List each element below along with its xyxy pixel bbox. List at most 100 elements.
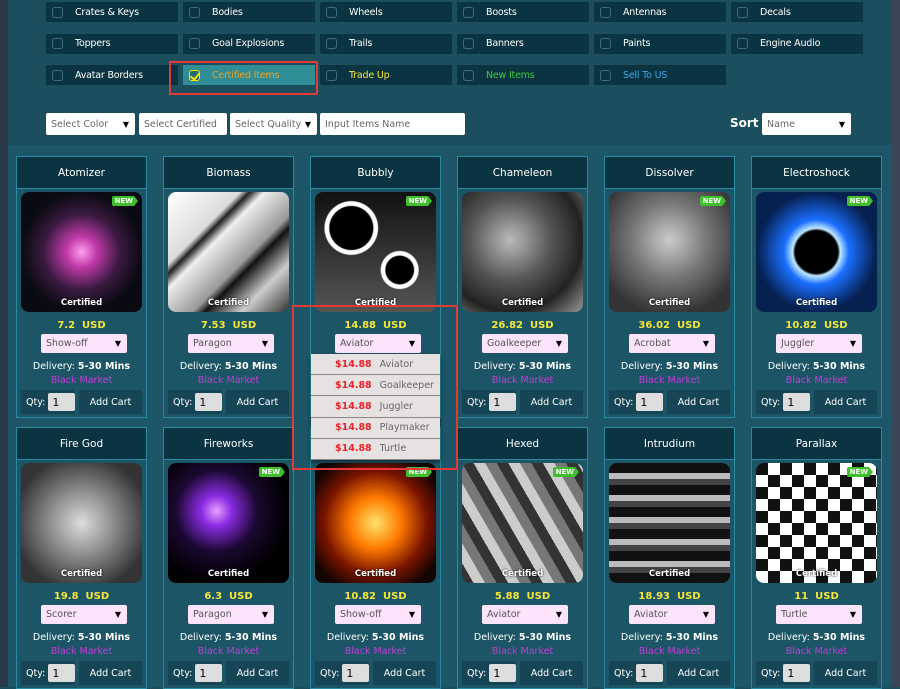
qty-input[interactable]: 1 xyxy=(489,393,516,411)
checkbox[interactable] xyxy=(52,38,63,49)
category-filter[interactable]: Boosts xyxy=(457,2,589,22)
checkbox[interactable] xyxy=(326,38,337,49)
item-name-input[interactable]: Input Items Name xyxy=(320,113,465,135)
product-image[interactable]: Certified xyxy=(609,463,730,583)
category-filter[interactable]: Trade Up xyxy=(320,65,452,85)
qty-input[interactable]: 1 xyxy=(636,664,663,682)
variant-select[interactable]: Goalkeeper ▼ xyxy=(482,334,568,353)
delivery-label: Delivery: xyxy=(179,361,222,372)
delivery-value: 5-30 Mins xyxy=(371,632,425,643)
dropdown-option[interactable]: $14.88 Turtle xyxy=(311,439,440,460)
category-filter[interactable]: Crates & Keys xyxy=(46,2,178,22)
category-filter[interactable]: Decals xyxy=(731,2,863,22)
product-image[interactable]: NEW Certified xyxy=(168,463,289,583)
checkbox[interactable] xyxy=(600,6,611,18)
product-image[interactable]: NEW Certified xyxy=(315,192,436,312)
add-cart-button[interactable]: Add Cart xyxy=(79,390,142,414)
product-image[interactable]: NEW Certified xyxy=(315,463,436,583)
price-value: 10.82 xyxy=(344,591,377,602)
variant-select[interactable]: Show-off ▼ xyxy=(41,334,127,353)
add-cart-button[interactable]: Add Cart xyxy=(79,661,142,685)
dropdown-option[interactable]: $14.88 Aviator xyxy=(311,354,440,376)
checkbox[interactable] xyxy=(600,38,611,49)
variant-select[interactable]: Paragon ▼ xyxy=(188,605,274,624)
qty-input[interactable]: 1 xyxy=(195,393,222,411)
variant-value: Show-off xyxy=(46,338,88,349)
qty-input[interactable]: 1 xyxy=(342,664,369,682)
product-image[interactable]: NEW Certified xyxy=(609,192,730,312)
category-filter[interactable]: Banners xyxy=(457,33,589,54)
qty-input[interactable]: 1 xyxy=(783,393,810,411)
product-price: 7.2 USD xyxy=(17,320,146,331)
delivery-label: Delivery: xyxy=(179,632,222,643)
variant-select[interactable]: Acrobat ▼ xyxy=(629,334,715,353)
dropdown-option[interactable]: $14.88 Goalkeeper xyxy=(311,375,440,397)
add-cart-button[interactable]: Add Cart xyxy=(814,390,877,414)
variant-select[interactable]: Turtle ▼ xyxy=(776,605,862,624)
category-filter[interactable]: Antennas xyxy=(594,2,726,22)
product-image[interactable]: NEW Certified xyxy=(756,463,877,583)
qty-input[interactable]: 1 xyxy=(489,664,516,682)
sort-select[interactable]: Name ▼ xyxy=(762,113,851,135)
checkbox[interactable] xyxy=(463,38,474,49)
checkbox[interactable] xyxy=(189,6,200,18)
sort-value: Name xyxy=(767,118,796,130)
category-filter[interactable]: Toppers xyxy=(46,33,178,54)
checkbox[interactable] xyxy=(463,69,474,81)
select-certified[interactable]: Select Certified xyxy=(139,113,227,135)
category-filter[interactable]: Avatar Borders xyxy=(46,65,178,85)
qty-input[interactable]: 1 xyxy=(783,664,810,682)
add-cart-button[interactable]: Add Cart xyxy=(667,661,730,685)
product-image[interactable]: Certified xyxy=(462,192,583,312)
checkbox[interactable] xyxy=(52,6,63,18)
checkbox[interactable] xyxy=(326,69,337,81)
variant-select[interactable]: Aviator ▼ xyxy=(629,605,715,624)
product-image[interactable]: Certified xyxy=(21,463,142,583)
variant-select[interactable]: Paragon ▼ xyxy=(188,334,274,353)
checkbox[interactable] xyxy=(189,38,200,49)
chevron-down-icon: ▼ xyxy=(261,610,268,619)
add-cart-button[interactable]: Add Cart xyxy=(226,661,289,685)
variant-select[interactable]: Show-off ▼ xyxy=(335,605,421,624)
category-label: Paints xyxy=(623,38,651,49)
qty-input[interactable]: 1 xyxy=(48,393,75,411)
checkbox[interactable] xyxy=(326,6,337,18)
category-filter[interactable]: Engine Audio xyxy=(731,33,863,54)
category-filter[interactable]: Sell To US xyxy=(594,65,726,85)
qty-input[interactable]: 1 xyxy=(636,393,663,411)
checkbox[interactable] xyxy=(600,69,611,81)
select-color[interactable]: Select Color ▼ xyxy=(46,113,135,135)
add-cart-button[interactable]: Add Cart xyxy=(226,390,289,414)
product-image[interactable]: NEW Certified xyxy=(756,192,877,312)
add-cart-button[interactable]: Add Cart xyxy=(373,661,436,685)
add-cart-button[interactable]: Add Cart xyxy=(667,390,730,414)
qty-input[interactable]: 1 xyxy=(195,664,222,682)
qty-label: Qty: xyxy=(614,396,634,408)
category-filter[interactable]: Trails xyxy=(320,33,452,54)
variant-select[interactable]: Juggler ▼ xyxy=(776,334,862,353)
checkbox[interactable] xyxy=(52,69,63,81)
add-cart-button[interactable]: Add Cart xyxy=(520,390,583,414)
product-image[interactable]: Certified xyxy=(168,192,289,312)
delivery-value: 5-30 Mins xyxy=(224,361,278,372)
checkbox[interactable] xyxy=(737,38,748,49)
dropdown-option[interactable]: $14.88 Playmaker xyxy=(311,418,440,439)
add-cart-button[interactable]: Add Cart xyxy=(814,661,877,685)
category-filter[interactable]: Bodies xyxy=(183,2,315,22)
add-cart-button[interactable]: Add Cart xyxy=(520,661,583,685)
category-filter[interactable]: New Items xyxy=(457,65,589,85)
price-value: 26.82 xyxy=(491,320,524,331)
product-image[interactable]: NEW Certified xyxy=(21,192,142,312)
checkbox[interactable] xyxy=(737,6,748,18)
dropdown-option[interactable]: $14.88 Juggler xyxy=(311,396,440,418)
checkbox[interactable] xyxy=(463,6,474,18)
select-quality[interactable]: Select Quality ▼ xyxy=(230,113,317,135)
category-label: Crates & Keys xyxy=(75,6,139,18)
qty-input[interactable]: 1 xyxy=(48,664,75,682)
variant-select[interactable]: Aviator ▼ xyxy=(482,605,568,624)
category-filter[interactable]: Goal Explosions xyxy=(183,33,315,54)
category-filter[interactable]: Wheels xyxy=(320,2,452,22)
category-filter[interactable]: Paints xyxy=(594,33,726,54)
product-image[interactable]: NEW Certified xyxy=(462,463,583,583)
variant-select[interactable]: Scorer ▼ xyxy=(41,605,127,624)
